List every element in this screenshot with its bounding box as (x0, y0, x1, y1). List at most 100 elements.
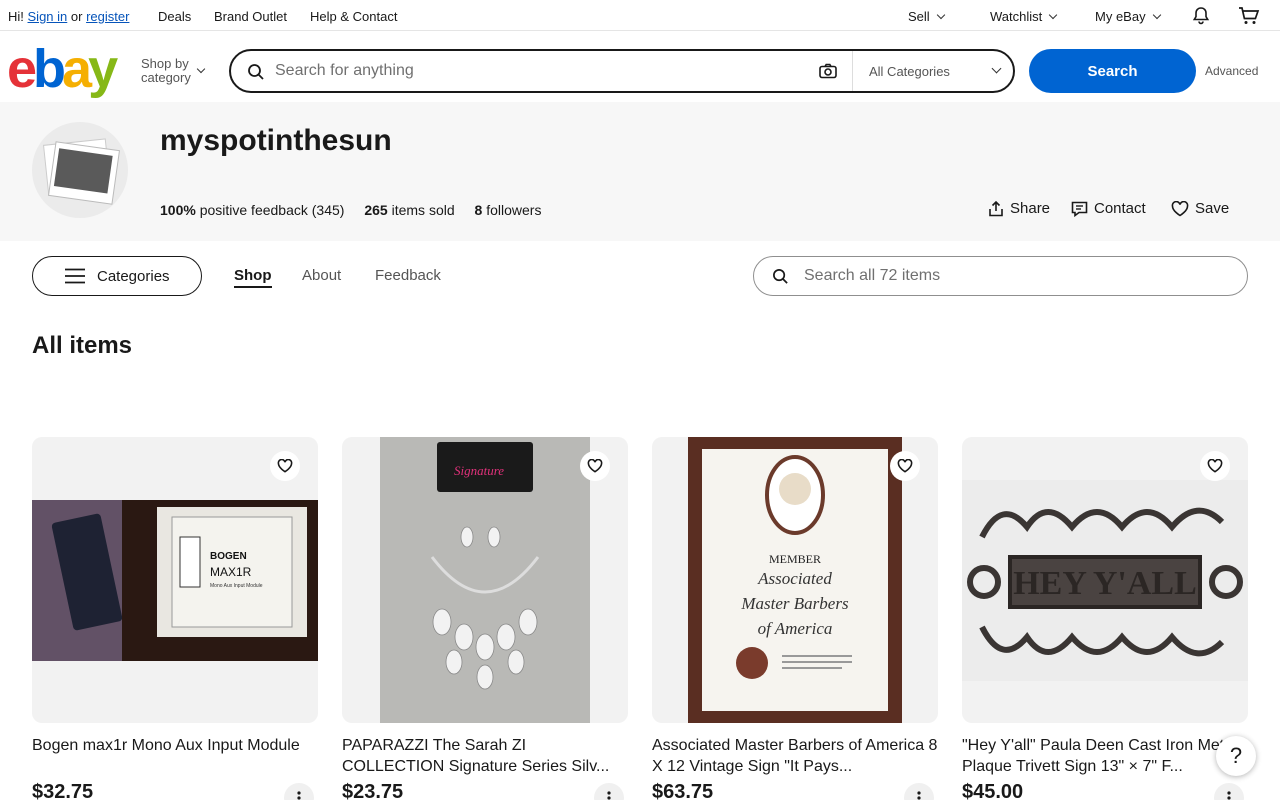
chat-icon (1071, 201, 1088, 217)
register-link[interactable]: register (86, 9, 129, 24)
item-title[interactable]: Associated Master Barbers of America 8 X… (652, 735, 938, 777)
followers-count: 8 (474, 202, 483, 218)
feedback-pct: 100% (160, 202, 196, 218)
share-label: Share (1010, 200, 1051, 217)
tab-feedback[interactable]: Feedback (375, 267, 441, 284)
search-button[interactable]: Search (1029, 49, 1196, 93)
categories-label: Categories (97, 267, 170, 285)
more-vertical-icon (917, 791, 921, 800)
watch-heart-button[interactable] (1200, 451, 1230, 481)
item-price: $63.75 (652, 781, 714, 800)
logo-letter-y: y (88, 39, 118, 99)
sold-text: items sold (391, 202, 455, 218)
sold-count: 265 (364, 202, 388, 218)
section-title: All items (32, 332, 133, 359)
camera-icon[interactable] (819, 63, 837, 84)
top-nav-bar: Hi! Sign in or register Deals Brand Outl… (0, 0, 1280, 31)
watch-heart-button[interactable] (270, 451, 300, 481)
store-banner: myspotinthesun 100% positive feedback (3… (0, 102, 1280, 241)
item-image[interactable]: MEMBER Associated Master Barbers of Amer… (652, 437, 938, 723)
cart-icon[interactable] (1238, 6, 1260, 29)
store-search-box (753, 256, 1248, 296)
watchlist-menu[interactable]: Watchlist (990, 9, 1056, 24)
help-contact-link[interactable]: Help & Contact (310, 9, 397, 24)
item-title[interactable]: Bogen max1r Mono Aux Input Module (32, 735, 318, 777)
tab-shop[interactable]: Shop (234, 267, 272, 288)
item-title[interactable]: "Hey Y'all" Paula Deen Cast Iron Metal P… (962, 735, 1248, 777)
logo-letter-e: e (7, 39, 37, 99)
greeting-text: Hi! (8, 9, 24, 24)
item-price: $45.00 (962, 781, 1024, 800)
shop-by-category-button[interactable]: Shop by category (141, 57, 191, 85)
logo-letter-a: a (62, 39, 92, 99)
svg-text:Mono Aux Input Module: Mono Aux Input Module (210, 583, 263, 589)
bogen-module-image: BOGEN MAX1R Mono Aux Input Module (32, 500, 318, 661)
help-button[interactable]: ? (1216, 736, 1256, 776)
search-icon (247, 63, 265, 86)
search-input[interactable] (275, 59, 795, 83)
necklace-image: Signature (380, 437, 590, 723)
followers-stat: 8 followers (475, 202, 542, 218)
logo-letter-b: b (33, 39, 66, 99)
share-button[interactable]: Share (988, 200, 1050, 217)
chevron-down-icon (991, 63, 1002, 74)
item-title[interactable]: PAPARAZZI The Sarah ZI COLLECTION Signat… (342, 735, 628, 777)
or-text: or (70, 9, 83, 24)
svg-text:of America: of America (758, 619, 833, 638)
brand-outlet-link[interactable]: Brand Outlet (214, 9, 287, 24)
more-vertical-icon (1227, 791, 1231, 800)
hamburger-menu-icon (65, 268, 85, 284)
trivet-image: HEY Y'ALL (962, 480, 1248, 681)
my-ebay-menu[interactable]: My eBay (1095, 9, 1160, 24)
item-card[interactable]: Signature PAPARAZZI The Sarah ZI COLLECT… (342, 437, 628, 800)
advanced-search-link[interactable]: Advanced (1205, 64, 1258, 78)
more-vertical-icon (297, 791, 301, 800)
item-price: $32.75 (32, 781, 94, 800)
store-avatar (32, 122, 128, 218)
store-search-input[interactable] (804, 265, 1224, 287)
signin-link[interactable]: Sign in (28, 9, 68, 24)
item-card[interactable]: HEY Y'ALL "Hey Y'all" Paula Deen Cast Ir… (962, 437, 1248, 800)
heart-icon (897, 459, 913, 473)
item-card[interactable]: BOGEN MAX1R Mono Aux Input Module Bogen … (32, 437, 318, 800)
shop-by-line2: category (141, 70, 191, 85)
tab-about[interactable]: About (302, 267, 341, 284)
ebay-logo[interactable]: ebay (7, 39, 118, 99)
share-icon (989, 200, 1003, 217)
greeting: Hi! Sign in or register (8, 9, 129, 24)
search-icon (772, 268, 789, 290)
heart-icon (587, 459, 603, 473)
svg-text:Associated: Associated (757, 569, 832, 588)
more-vertical-icon (607, 791, 611, 800)
barber-plaque-image: MEMBER Associated Master Barbers of Amer… (688, 437, 902, 723)
shop-by-line1: Shop by (141, 56, 189, 71)
contact-button[interactable]: Contact (1071, 200, 1146, 217)
deals-link[interactable]: Deals (158, 9, 191, 24)
contact-label: Contact (1094, 200, 1146, 217)
sold-stat: 265 items sold (364, 202, 454, 218)
heart-icon (1171, 200, 1189, 216)
category-select[interactable]: All Categories (869, 64, 950, 79)
item-image[interactable]: Signature (342, 437, 628, 723)
photo-placeholder-icon (43, 138, 121, 205)
chevron-down-icon (196, 64, 206, 74)
feedback-stat[interactable]: 100% positive feedback (345) (160, 202, 344, 218)
svg-text:Signature: Signature (454, 463, 504, 478)
notification-bell-icon[interactable] (1191, 6, 1211, 29)
heart-icon (1207, 459, 1223, 473)
svg-text:MEMBER: MEMBER (769, 552, 821, 566)
save-label: Save (1195, 200, 1230, 217)
categories-button[interactable]: Categories (32, 256, 202, 296)
watch-heart-button[interactable] (890, 451, 920, 481)
save-button[interactable]: Save (1171, 200, 1229, 217)
watch-heart-button[interactable] (580, 451, 610, 481)
svg-text:MAX1R: MAX1R (210, 565, 252, 579)
followers-text: followers (486, 202, 542, 218)
feedback-text: positive feedback (345) (199, 202, 345, 218)
svg-text:Master Barbers: Master Barbers (740, 594, 849, 613)
item-price: $23.75 (342, 781, 404, 800)
item-card[interactable]: MEMBER Associated Master Barbers of Amer… (652, 437, 938, 800)
item-image[interactable]: HEY Y'ALL (962, 437, 1248, 723)
item-image[interactable]: BOGEN MAX1R Mono Aux Input Module (32, 437, 318, 723)
sell-menu[interactable]: Sell (908, 9, 944, 24)
